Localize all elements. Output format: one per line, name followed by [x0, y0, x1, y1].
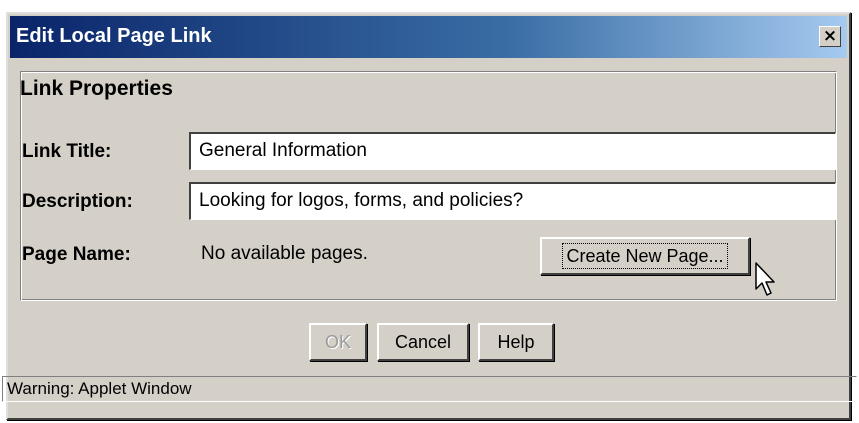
arrow-cursor-icon — [755, 262, 775, 296]
help-button[interactable]: Help — [478, 323, 554, 361]
page-name-value: No available pages. — [201, 243, 368, 264]
cancel-button[interactable]: Cancel — [377, 323, 469, 361]
close-icon: × — [822, 26, 838, 46]
page-name-label: Page Name: — [22, 244, 131, 265]
create-new-page-label: Create New Page... — [562, 243, 728, 269]
status-text: Warning: Applet Window — [7, 379, 192, 398]
status-bar: Warning: Applet Window — [2, 376, 857, 402]
description-label: Description: — [22, 191, 133, 212]
create-new-page-button[interactable]: Create New Page... — [540, 237, 750, 275]
link-title-input[interactable]: General Information — [189, 132, 836, 170]
link-title-label: Link Title: — [22, 141, 112, 162]
description-input[interactable]: Looking for logos, forms, and policies? — [189, 182, 836, 220]
link-properties-heading: Link Properties — [20, 77, 173, 100]
window-title: Edit Local Page Link — [16, 25, 212, 47]
close-button[interactable]: × — [819, 26, 841, 47]
title-bar[interactable]: Edit Local Page Link × — [10, 16, 847, 58]
ok-button[interactable]: OK — [309, 323, 367, 361]
